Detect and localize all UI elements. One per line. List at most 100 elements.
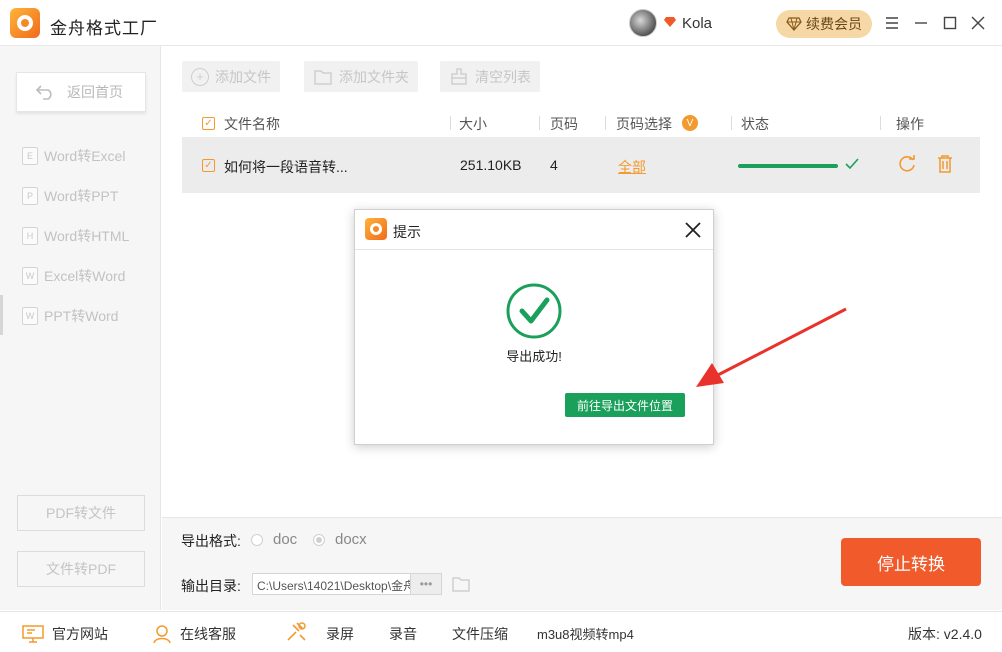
success-check-icon [506,283,562,339]
table-header: ✓ 文件名称 大小 页码 页码选择 V 状态 操作 [182,108,980,138]
sidebar-item-ppt-to-word[interactable]: W PPT转Word [22,305,118,327]
add-file-button[interactable]: + 添加文件 [182,61,280,92]
open-folder-icon[interactable] [451,575,471,593]
format-option-doc[interactable]: doc [273,531,297,548]
online-support-label: 在线客服 [180,626,236,642]
broom-icon [451,67,467,85]
success-dialog: 提示 导出成功! 前往导出文件位置 [354,209,714,445]
output-dir-label: 输出目录: [181,578,241,594]
dialog-message: 导出成功! [506,349,562,364]
official-website-label: 官方网站 [52,626,108,642]
sidebar-item-word-to-excel[interactable]: E Word转Excel [22,145,125,167]
header-divider [539,116,540,130]
row-pages: 4 [550,157,558,173]
pdf-to-file-button[interactable]: PDF转文件 [17,495,145,531]
add-folder-label: 添加文件夹 [339,68,409,85]
header-pages: 页码 [550,116,578,132]
renew-membership-label: 续费会员 [806,16,862,32]
sidebar-item-word-to-ppt[interactable]: P Word转PPT [22,185,118,207]
m3u8-to-mp4-link[interactable]: m3u8视频转mp4 [537,624,634,643]
header-divider [605,116,606,130]
stop-conversion-button[interactable]: 停止转换 [841,538,981,586]
avatar[interactable] [629,9,657,37]
version-label: 版本: v2.4.0 [908,626,982,642]
file-compress-link[interactable]: 文件压缩 [452,624,508,644]
add-icon: + [191,67,209,86]
file-to-pdf-button[interactable]: 文件转PDF [17,551,145,587]
row-size: 251.10KB [460,157,522,173]
row-checkbox[interactable]: ✓ [202,159,215,172]
add-folder-button[interactable]: 添加文件夹 [304,61,418,92]
header-divider [450,116,451,130]
dialog-close-icon[interactable] [681,218,705,242]
dialog-logo-icon [365,218,387,240]
word-file-icon: W [22,267,38,285]
header-status: 状态 [741,116,769,132]
format-radio-doc[interactable] [251,534,263,546]
done-check-icon [845,158,859,170]
sidebar-item-label: Word转Excel [44,148,126,164]
excel-file-icon: E [22,147,38,165]
clear-list-label: 清空列表 [475,68,531,85]
vip-diamond-icon [664,17,676,27]
app-title: 金舟格式工厂 [50,19,158,38]
refresh-icon[interactable] [897,154,917,174]
select-all-checkbox[interactable]: ✓ [202,117,215,130]
sidebar: 返回首页 E Word转Excel P Word转PPT H Word转HTML… [0,46,161,610]
header-file-name: 文件名称 [224,116,280,132]
html-file-icon: H [22,227,38,245]
row-progress-bar [738,164,838,168]
header-divider [880,116,881,130]
title-bar: 金舟格式工厂 Kola 续费会员 [0,0,1002,46]
sidebar-item-label: Excel转Word [44,268,126,284]
screen-record-link[interactable]: 录屏 [326,624,354,644]
clear-list-button[interactable]: 清空列表 [440,61,540,92]
delete-icon[interactable] [935,154,955,174]
header-page-select: 页码选择 [616,116,672,132]
close-icon[interactable] [967,12,989,34]
annotation-arrow-icon [696,307,847,387]
page-select-dropdown-icon[interactable]: V [682,115,698,131]
ppt-file-icon: P [22,187,38,205]
back-arrow-icon [35,85,52,100]
open-export-location-button[interactable]: 前往导出文件位置 [565,393,685,417]
output-dir-input[interactable]: C:\Users\14021\Desktop\金舟 [252,573,411,595]
browse-button[interactable]: ••• [410,573,442,595]
back-home-button[interactable]: 返回首页 [16,72,146,112]
dialog-title: 提示 [393,224,421,240]
audio-record-link[interactable]: 录音 [389,624,417,644]
export-format-label: 导出格式: [181,533,241,549]
dialog-header: 提示 [355,210,713,250]
active-item-indicator [0,295,3,335]
app-logo-icon [10,8,40,38]
folder-icon [314,69,332,85]
sidebar-item-label: Word转HTML [44,228,130,244]
sidebar-item-excel-to-word[interactable]: W Excel转Word [22,265,125,287]
row-page-select-link[interactable]: 全部 [618,157,646,177]
header-divider [731,116,732,130]
username[interactable]: Kola [682,15,712,32]
add-file-label: 添加文件 [215,68,271,85]
support-agent-icon [153,625,171,644]
header-size: 大小 [459,116,487,132]
minimize-icon[interactable] [910,12,932,34]
official-website-link[interactable]: 官方网站 [22,624,108,644]
format-option-docx[interactable]: docx [335,531,367,548]
row-progress-fill [738,164,838,168]
online-support-link[interactable]: 在线客服 [152,624,236,644]
renew-membership-button[interactable]: 续费会员 [776,10,872,38]
header-actions: 操作 [896,116,924,132]
monitor-icon [22,625,44,643]
sidebar-item-label: Word转PPT [44,188,119,204]
sidebar-item-word-to-html[interactable]: H Word转HTML [22,225,129,247]
row-file-name: 如何将一段语音转... [224,159,348,175]
maximize-icon[interactable] [939,12,961,34]
menu-icon[interactable] [881,12,903,34]
tools-icon [287,622,306,641]
format-radio-docx[interactable] [313,534,325,546]
sidebar-item-label: PPT转Word [44,308,119,324]
back-home-label: 返回首页 [67,84,123,100]
table-row[interactable]: ✓ 如何将一段语音转... 251.10KB 4 全部 [182,137,980,193]
word-file-icon: W [22,307,38,325]
diamond-icon [786,17,802,31]
